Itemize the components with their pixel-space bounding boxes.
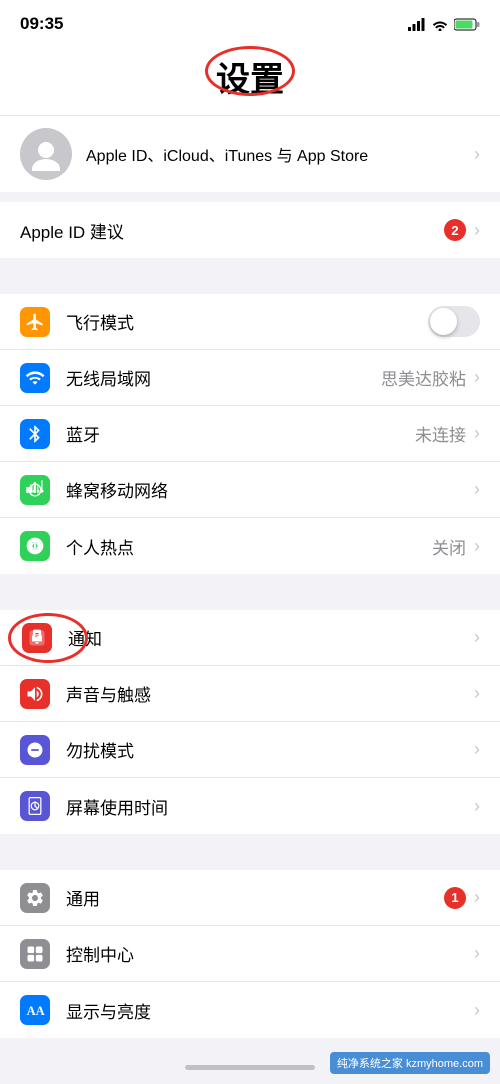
airplane-mode-row[interactable]: 飞行模式 (0, 294, 500, 350)
toggle-knob (430, 308, 457, 335)
display-icon: AA (25, 1000, 45, 1020)
display-label: 显示与亮度 (66, 998, 474, 1023)
section-gap-3 (0, 574, 500, 610)
dnd-chevron: › (474, 739, 480, 760)
signal-icon (408, 18, 426, 31)
wifi-icon-bg (20, 363, 50, 393)
wifi-chevron: › (474, 367, 480, 388)
avatar (20, 128, 72, 180)
sound-icon-bg (20, 679, 50, 709)
general-label: 通用 (66, 885, 444, 910)
apple-id-subtitle: Apple ID、iCloud、iTunes 与 App Store (86, 142, 474, 166)
general-row[interactable]: 通用 1 › (0, 870, 500, 926)
control-chevron: › (474, 943, 480, 964)
sound-row[interactable]: 声音与触感 › (0, 666, 500, 722)
section-gap-1 (0, 192, 500, 202)
sound-label: 声音与触感 (66, 681, 474, 706)
apple-id-suggestion-row[interactable]: Apple ID 建议 2 › (0, 202, 500, 258)
notifications-section: 通知 › 声音与触感 › 勿扰模式 › (0, 610, 500, 834)
suggestion-chevron: › (474, 220, 480, 241)
status-time: 09:35 (20, 14, 63, 34)
airplane-label: 飞行模式 (66, 309, 428, 334)
control-row[interactable]: 控制中心 › (0, 926, 500, 982)
display-chevron: › (474, 1000, 480, 1021)
notification-chevron: › (474, 627, 480, 648)
general-icon (25, 888, 45, 908)
dnd-row[interactable]: 勿扰模式 › (0, 722, 500, 778)
notification-icon-bg (22, 623, 52, 653)
watermark: 纯净系统之家 kzmyhome.com (330, 1052, 490, 1074)
bluetooth-label: 蓝牙 (66, 421, 415, 446)
notification-row[interactable]: 通知 › (0, 610, 500, 666)
section-gap-2 (0, 258, 500, 294)
notification-label: 通知 (68, 625, 474, 650)
svg-text:AA: AA (27, 1004, 45, 1018)
sound-chevron: › (474, 683, 480, 704)
screentime-chevron: › (474, 796, 480, 817)
control-icon-bg (20, 939, 50, 969)
settings-title-area: 设置 (0, 44, 500, 115)
svg-text:●●●: ●●● (32, 487, 44, 494)
sound-icon (25, 684, 45, 704)
notification-icon (27, 628, 47, 648)
suggestion-label: Apple ID 建议 (20, 218, 444, 243)
wifi-row[interactable]: 无线局域网 思美达胶粘 › (0, 350, 500, 406)
battery-icon (454, 18, 480, 31)
airplane-icon (25, 312, 45, 332)
airplane-icon-bg (20, 307, 50, 337)
general-icon-bg (20, 883, 50, 913)
display-row[interactable]: AA 显示与亮度 › (0, 982, 500, 1038)
general-badge: 1 (444, 887, 466, 909)
page-title: 设置 (216, 52, 284, 101)
general-chevron: › (474, 887, 480, 908)
apple-id-row[interactable]: Apple ID、iCloud、iTunes 与 App Store › (0, 115, 500, 192)
screentime-icon-bg (20, 791, 50, 821)
cellular-chevron: › (474, 479, 480, 500)
screentime-row[interactable]: 屏幕使用时间 › (0, 778, 500, 834)
status-icons (408, 18, 480, 31)
cellular-row[interactable]: ●●● 蜂窝移动网络 › (0, 462, 500, 518)
screentime-label: 屏幕使用时间 (66, 794, 474, 819)
display-icon-bg: AA (20, 995, 50, 1025)
cellular-label: 蜂窝移动网络 (66, 477, 474, 502)
avatar-icon (29, 137, 63, 171)
dnd-icon-bg (20, 735, 50, 765)
bluetooth-icon-bg (20, 419, 50, 449)
hotspot-label: 个人热点 (66, 534, 432, 559)
control-icon (25, 944, 45, 964)
status-bar: 09:35 (0, 0, 500, 44)
apple-id-chevron: › (474, 144, 480, 165)
bluetooth-icon (25, 424, 45, 444)
hotspot-icon-bg (20, 531, 50, 561)
control-label: 控制中心 (66, 941, 474, 966)
screentime-icon (25, 796, 45, 816)
bluetooth-chevron: › (474, 423, 480, 444)
wifi-status-icon (432, 18, 448, 31)
wifi-value: 思美达胶粘 (381, 365, 466, 390)
airplane-toggle[interactable] (428, 306, 480, 337)
cellular-icon: ●●● (25, 480, 45, 500)
home-indicator (185, 1065, 315, 1070)
cellular-icon-bg: ●●● (20, 475, 50, 505)
dnd-icon (25, 740, 45, 760)
wifi-label: 无线局域网 (66, 365, 381, 390)
connectivity-section: 飞行模式 无线局域网 思美达胶粘 › 蓝牙 未连接 › (0, 294, 500, 574)
dnd-label: 勿扰模式 (66, 737, 474, 762)
hotspot-icon (25, 536, 45, 556)
suggestion-badge: 2 (444, 219, 466, 241)
hotspot-value: 关闭 (432, 534, 466, 559)
general-section: 通用 1 › 控制中心 › AA 显示与亮度 › (0, 870, 500, 1038)
hotspot-row[interactable]: 个人热点 关闭 › (0, 518, 500, 574)
wifi-icon (25, 368, 45, 388)
bluetooth-value: 未连接 (415, 421, 466, 446)
hotspot-chevron: › (474, 536, 480, 557)
section-gap-4 (0, 834, 500, 870)
bluetooth-row[interactable]: 蓝牙 未连接 › (0, 406, 500, 462)
